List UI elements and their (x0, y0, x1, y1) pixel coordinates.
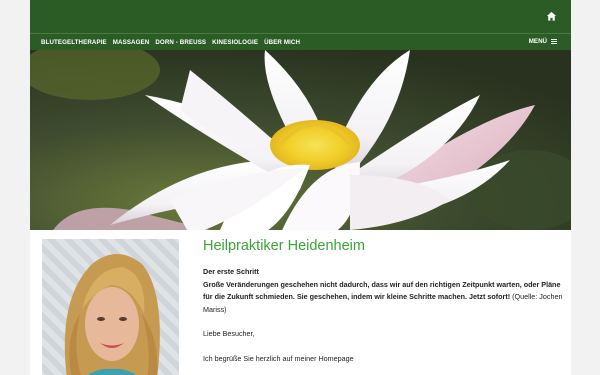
nav-item-dorn-breuss[interactable]: DORN - BREUSS (155, 39, 206, 46)
nav-item-massagen[interactable]: MASSAGEN (113, 39, 150, 46)
portrait-photo (42, 239, 179, 375)
quote-text: Große Veränderungen geschehen nicht dadu… (203, 279, 561, 302)
hamburger-icon (551, 39, 557, 44)
section-subtitle: Der erste Schritt (203, 267, 259, 276)
menu-button[interactable]: MENÜ (529, 38, 557, 45)
portrait-illustration (64, 254, 160, 375)
home-icon[interactable] (546, 11, 557, 22)
top-header-bar (30, 0, 571, 33)
menu-label: MENÜ (528, 38, 547, 45)
nav-item-kinesiologie[interactable]: KINESIOLOGIE (212, 39, 258, 46)
page-title: Heilpraktiker Heidenheim (203, 238, 365, 254)
hero-image-water-lily (30, 50, 571, 230)
intro-text: Ich begrüße Sie herzlich auf meiner Home… (203, 353, 354, 363)
nav-item-ueber-mich[interactable]: ÜBER MICH (264, 39, 300, 46)
nav-item-blutegeltherapie[interactable]: BLUTEGELTHERAPIE (41, 39, 107, 46)
greeting: Liebe Besucher, (203, 329, 255, 339)
content-area: Heilpraktiker Heidenheim Der erste Schri… (30, 230, 571, 375)
quote-paragraph: Große Veränderungen geschehen nicht dadu… (203, 279, 568, 317)
water-lily-illustration (30, 50, 571, 230)
main-text: Heilpraktiker Heidenheim Der erste Schri… (203, 238, 568, 366)
page-wrapper: BLUTEGELTHERAPIE MASSAGEN DORN - BREUSS … (30, 0, 571, 375)
main-navigation: BLUTEGELTHERAPIE MASSAGEN DORN - BREUSS … (30, 33, 571, 50)
